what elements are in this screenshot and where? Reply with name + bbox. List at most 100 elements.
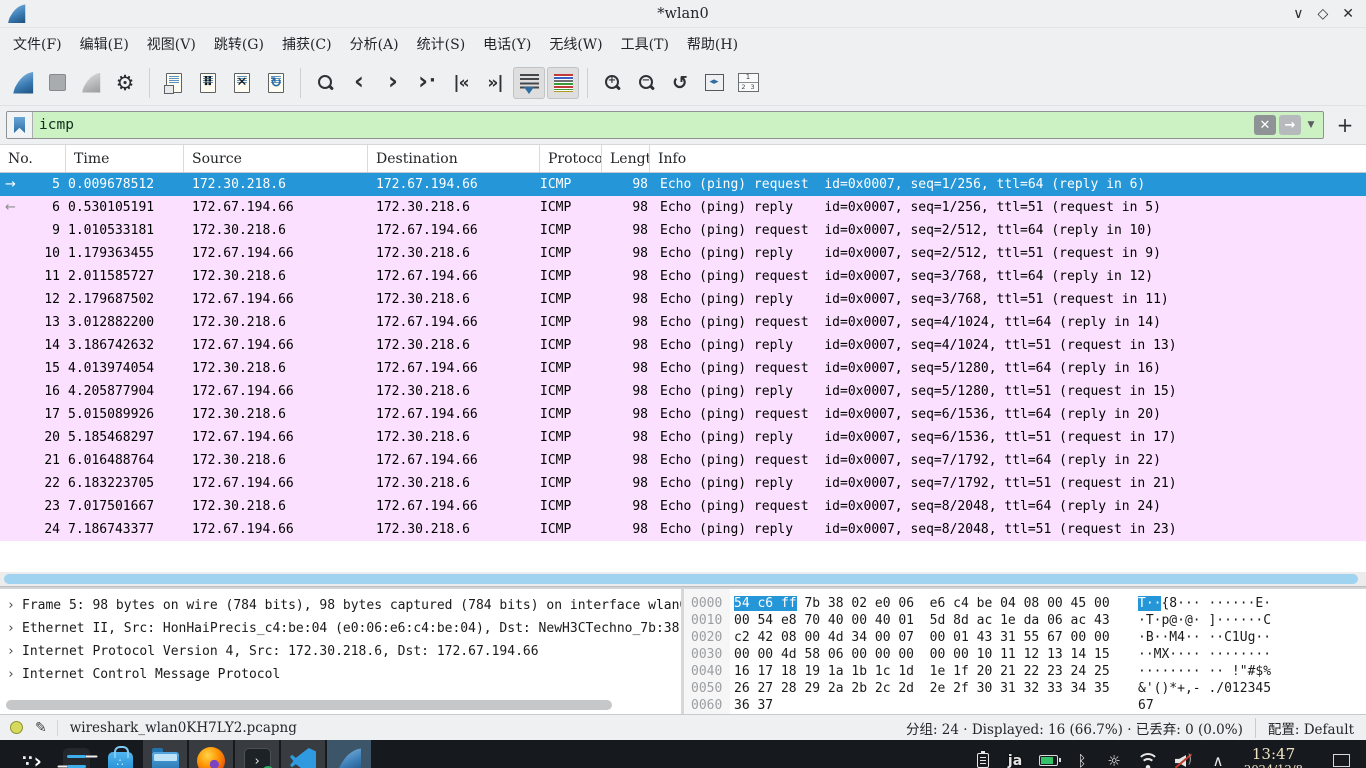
- display-filter-field[interactable]: icmp ✕ → ▼: [6, 111, 1324, 139]
- menu-help[interactable]: 帮助(H): [678, 30, 747, 58]
- ascii-bytes[interactable]: &'()*+,- ./012345: [1138, 680, 1271, 697]
- menu-go[interactable]: 跳转(G): [205, 30, 273, 58]
- menu-edit[interactable]: 编辑(E): [71, 30, 138, 58]
- col-header-info[interactable]: Info: [650, 145, 1366, 172]
- taskbar-firefox-button[interactable]: [189, 740, 233, 768]
- scrollbar-thumb[interactable]: [4, 574, 1358, 584]
- maximize-button[interactable]: ◇: [1317, 6, 1328, 22]
- resize-columns-button[interactable]: [698, 67, 730, 99]
- ascii-bytes[interactable]: ········ ·· !"#$%: [1138, 663, 1271, 680]
- taskbar-discover-button[interactable]: [98, 740, 142, 768]
- input-method-icon[interactable]: ja: [1007, 751, 1023, 768]
- packet-row[interactable]: 133.012882200172.30.218.6172.67.194.66IC…: [0, 311, 1366, 334]
- filter-dropdown-button[interactable]: ▼: [1304, 115, 1318, 135]
- zoom-out-button[interactable]: −: [630, 67, 662, 99]
- hex-bytes[interactable]: 36 37: [734, 697, 1122, 714]
- menu-telephony[interactable]: 电话(Y): [474, 30, 540, 58]
- ascii-bytes[interactable]: 67: [1138, 697, 1154, 714]
- start-capture-button[interactable]: [7, 67, 39, 99]
- tray-expand-icon[interactable]: ∧: [1210, 751, 1226, 768]
- go-back-button[interactable]: ‹: [343, 67, 375, 99]
- col-header-protocol[interactable]: Protocol: [540, 145, 602, 172]
- hex-bytes[interactable]: 00 54 e8 70 40 00 40 01 5d 8d ac 1e da 0…: [734, 612, 1122, 629]
- ascii-bytes[interactable]: ·T·p@·@· ]······C: [1138, 612, 1271, 629]
- auto-scroll-button[interactable]: [513, 67, 545, 99]
- filter-apply-button[interactable]: →: [1279, 115, 1301, 135]
- detail-line[interactable]: ›Internet Protocol Version 4, Src: 172.3…: [0, 640, 681, 663]
- packet-row[interactable]: 216.016488764172.30.218.6172.67.194.66IC…: [0, 449, 1366, 472]
- open-file-button[interactable]: [158, 67, 190, 99]
- detail-line[interactable]: ›Ethernet II, Src: HonHaiPrecis_c4:be:04…: [0, 617, 681, 640]
- expander-icon[interactable]: ›: [0, 621, 22, 636]
- menu-statistics[interactable]: 统计(S): [408, 30, 475, 58]
- hex-bytes[interactable]: 54 c6 ff 7b 38 02 e0 06 e6 c4 be 04 08 0…: [734, 595, 1122, 612]
- packet-row[interactable]: 226.183223705172.67.194.66172.30.218.6IC…: [0, 472, 1366, 495]
- packet-row[interactable]: 112.011585727172.30.218.6172.67.194.66IC…: [0, 265, 1366, 288]
- taskbar-terminal-button[interactable]: ›: [235, 740, 279, 768]
- filter-bookmark-button[interactable]: [7, 112, 33, 138]
- show-desktop-button[interactable]: [1333, 754, 1350, 767]
- filter-add-button[interactable]: +: [1332, 113, 1358, 137]
- minimize-button[interactable]: ∨: [1293, 6, 1303, 22]
- packet-list-hscrollbar[interactable]: [0, 572, 1366, 586]
- clipboard-icon[interactable]: [975, 751, 991, 768]
- packet-row[interactable]: →50.009678512172.30.218.6172.67.194.66IC…: [0, 173, 1366, 196]
- stop-capture-button[interactable]: [41, 67, 73, 99]
- ascii-bytes[interactable]: ··MX···· ········: [1138, 646, 1271, 663]
- restart-capture-button[interactable]: [75, 67, 107, 99]
- col-header-time[interactable]: Time: [66, 145, 184, 172]
- detail-line[interactable]: ›Internet Control Message Protocol: [0, 663, 681, 686]
- menu-file[interactable]: 文件(F): [4, 30, 71, 58]
- close-file-button[interactable]: ✕: [226, 67, 258, 99]
- volume-muted-icon[interactable]: [1174, 751, 1194, 768]
- capture-options-button[interactable]: ⚙: [109, 67, 141, 99]
- layout-panes-button[interactable]: [732, 67, 764, 99]
- packet-row[interactable]: 154.013974054172.30.218.6172.67.194.66IC…: [0, 357, 1366, 380]
- menu-capture[interactable]: 捕获(C): [273, 30, 341, 58]
- col-header-no[interactable]: No.: [0, 145, 66, 172]
- expander-icon[interactable]: ›: [0, 667, 22, 682]
- packet-row[interactable]: 164.205877904172.67.194.66172.30.218.6IC…: [0, 380, 1366, 403]
- profile-selector[interactable]: 配置: Default: [1255, 718, 1366, 738]
- expander-icon[interactable]: ›: [0, 644, 22, 659]
- zoom-in-button[interactable]: +: [596, 67, 628, 99]
- clock[interactable]: 13:47 2024/12/8: [1244, 746, 1303, 768]
- save-file-button[interactable]: ⠿: [192, 67, 224, 99]
- reload-file-button[interactable]: ↻: [260, 67, 292, 99]
- detail-line[interactable]: ›Frame 5: 98 bytes on wire (784 bits), 9…: [0, 594, 681, 617]
- packet-row[interactable]: 247.186743377172.67.194.66172.30.218.6IC…: [0, 518, 1366, 541]
- taskbar-settings-button[interactable]: [54, 740, 98, 768]
- expert-info-icon[interactable]: [10, 721, 23, 734]
- menu-wireless[interactable]: 无线(W): [540, 30, 611, 58]
- hex-bytes[interactable]: 00 00 4d 58 06 00 00 00 00 00 10 11 12 1…: [734, 646, 1122, 663]
- packet-row[interactable]: 143.186742632172.67.194.66172.30.218.6IC…: [0, 334, 1366, 357]
- filter-input[interactable]: icmp: [33, 117, 1254, 133]
- scrollbar-thumb[interactable]: [6, 700, 612, 710]
- expander-icon[interactable]: ›: [0, 598, 22, 613]
- close-button[interactable]: ✕: [1342, 6, 1354, 22]
- menu-tools[interactable]: 工具(T): [612, 30, 678, 58]
- packet-row[interactable]: 101.179363455172.67.194.66172.30.218.6IC…: [0, 242, 1366, 265]
- col-header-destination[interactable]: Destination: [368, 145, 540, 172]
- taskbar-wireshark-button[interactable]: [327, 740, 371, 768]
- menu-view[interactable]: 视图(V): [138, 30, 205, 58]
- bluetooth-icon[interactable]: ᛒ: [1074, 751, 1090, 768]
- details-hscrollbar[interactable]: [0, 700, 681, 710]
- col-header-length[interactable]: Lengtl: [602, 145, 650, 172]
- taskbar-app-launcher-button[interactable]: ›: [10, 740, 54, 768]
- packet-row[interactable]: 175.015089926172.30.218.6172.67.194.66IC…: [0, 403, 1366, 426]
- packet-row[interactable]: 237.017501667172.30.218.6172.67.194.66IC…: [0, 495, 1366, 518]
- go-forward-button[interactable]: ›: [377, 67, 409, 99]
- ascii-bytes[interactable]: ·B··M4·· ··C1Ug··: [1138, 629, 1271, 646]
- filter-clear-button[interactable]: ✕: [1254, 115, 1276, 135]
- wifi-icon[interactable]: [1138, 751, 1158, 768]
- menu-analyze[interactable]: 分析(A): [341, 30, 408, 58]
- go-last-packet-button[interactable]: »|: [479, 67, 511, 99]
- brightness-icon[interactable]: ☼: [1106, 751, 1122, 768]
- colorize-button[interactable]: [547, 67, 579, 99]
- battery-icon[interactable]: [1039, 751, 1058, 768]
- zoom-reset-button[interactable]: ↺: [664, 67, 696, 99]
- hex-bytes[interactable]: c2 42 08 00 4d 34 00 07 00 01 43 31 55 6…: [734, 629, 1122, 646]
- go-first-packet-button[interactable]: |«: [445, 67, 477, 99]
- taskbar-vscode-button[interactable]: [281, 740, 325, 768]
